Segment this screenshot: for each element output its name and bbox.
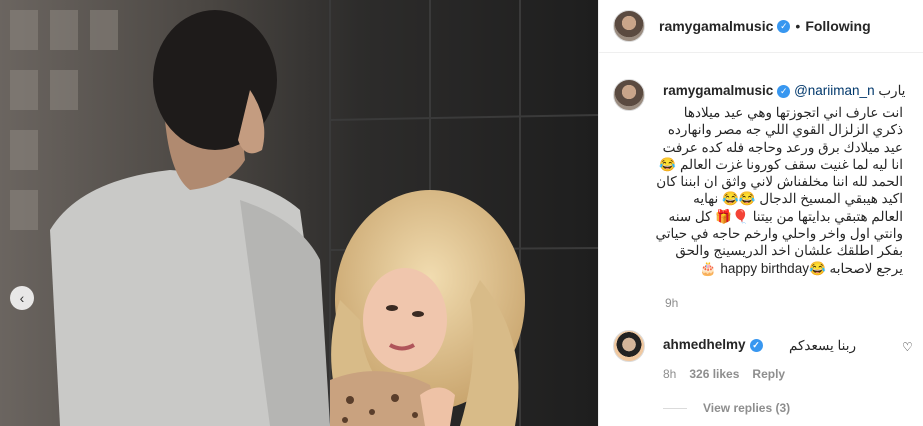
caption-line: انا ليه لما غنيت سقف كورونا غزت العالم 😂 (659, 156, 903, 172)
comment-text: ربنا يسعدكم (789, 338, 857, 353)
couple-photo (0, 0, 598, 426)
caption-first-word: يارب (878, 83, 906, 98)
caption-avatar[interactable] (613, 79, 645, 111)
view-replies-button[interactable]: View replies (3) (663, 401, 790, 415)
caption-body: انت عارف اني اتجوزتها وهي عيد ميلادها ذك… (653, 104, 904, 277)
commenter-username: ahmedhelmy ✓ (663, 337, 763, 352)
caption-line: يرجع لاصحابه 😂happy birthday 🎂 (699, 260, 903, 276)
comment-likes[interactable]: 326 likes (689, 367, 739, 381)
caption-header: ramygamalmusic ✓ @nariiman_n يارب (663, 83, 905, 99)
caption-line: الحمد لله اننا مخلفناش لاني واثق ان ابنن… (656, 174, 903, 190)
separator-dot: • (795, 18, 801, 34)
caption-line: بفكر اطلقك علشان اخد الدريسينج والحق (675, 243, 903, 259)
verified-badge-icon: ✓ (777, 84, 791, 98)
author-username[interactable]: ramygamalmusic (659, 18, 773, 34)
post-side-panel: ramygamalmusic ✓ • Following ramygamalmu… (598, 0, 923, 426)
comment-meta: 8h 326 likes Reply (663, 367, 785, 381)
replies-divider (663, 407, 687, 409)
caption-line: انت عارف اني اتجوزتها وهي عيد ميلادها (683, 105, 903, 120)
caption-line: عيد ميلادك برق ورعد وحاجه فله كده عرفت (662, 139, 903, 155)
verified-badge-icon: ✓ (749, 338, 763, 352)
post-photo[interactable]: ‹ (0, 0, 598, 426)
commenter-username-text[interactable]: ahmedhelmy (663, 337, 746, 352)
view-replies-label: View replies (3) (703, 401, 791, 415)
heart-icon[interactable]: ♡ (902, 340, 913, 354)
caption-line: اكيد هيبقي المسيخ الدجال 😂😂 نهايه (693, 191, 903, 207)
following-button[interactable]: Following (805, 18, 870, 34)
caption-line: وانتي اول واخر واحلي وارخم حاجه في حياتي (655, 226, 904, 242)
caption-username[interactable]: ramygamalmusic (663, 83, 773, 98)
caption-time[interactable]: 9h (665, 296, 678, 310)
caption-line: ذكري الزلزال القوي اللي جه مصر وانهارده (667, 122, 903, 138)
post-header: ramygamalmusic ✓ • Following (599, 0, 923, 53)
commenter-avatar[interactable] (613, 330, 645, 362)
caption-mention[interactable]: @nariiman_n (794, 83, 875, 98)
caption-line: العالم هتبقي بدايتها من بيتنا 🎈🎁 كل سنه (668, 208, 903, 224)
comment-time[interactable]: 8h (663, 367, 676, 381)
verified-badge-icon: ✓ (777, 19, 791, 33)
prev-slide-button[interactable]: ‹ (10, 286, 34, 310)
reply-button[interactable]: Reply (752, 367, 785, 381)
author-avatar[interactable] (613, 10, 645, 42)
chevron-left-icon: ‹ (19, 290, 25, 306)
